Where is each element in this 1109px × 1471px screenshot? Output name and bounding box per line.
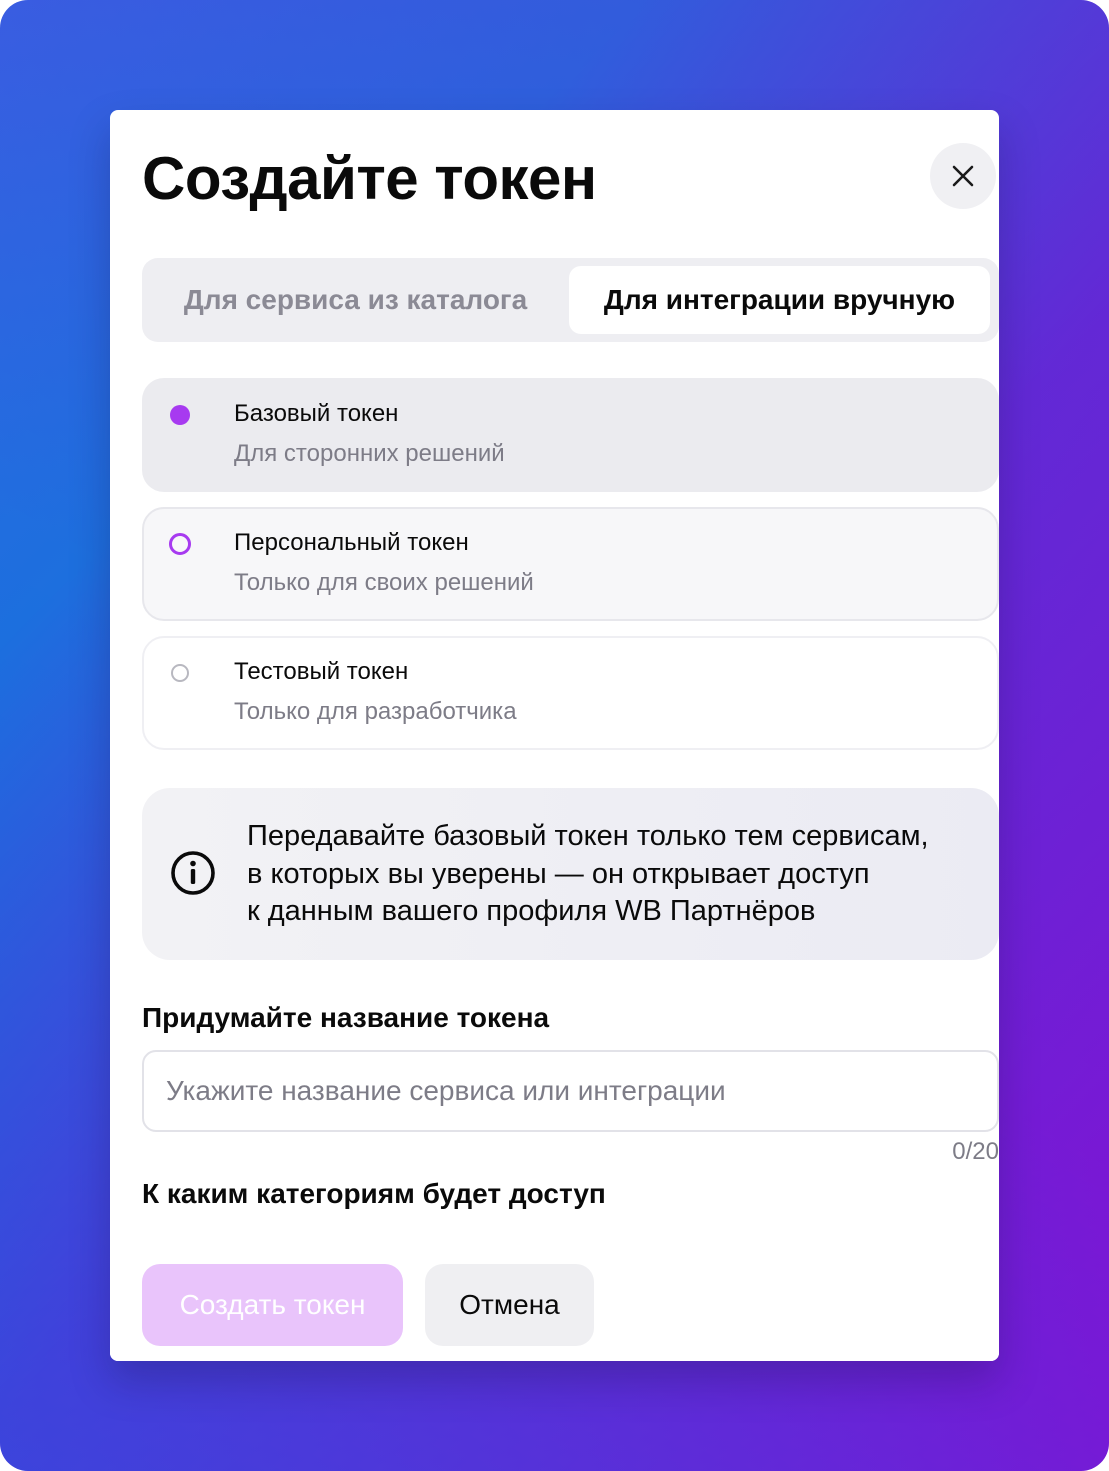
token-source-tabs: Для сервиса из каталога Для интеграции в… xyxy=(142,258,999,342)
token-type-subtitle: Для сторонних решений xyxy=(234,440,505,467)
token-name-input[interactable] xyxy=(142,1050,999,1132)
tab-manual-integration[interactable]: Для интеграции вручную xyxy=(569,266,990,334)
token-type-test[interactable]: Тестовый токен Только для разработчика xyxy=(142,636,999,750)
token-type-subtitle: Только для разработчика xyxy=(234,698,517,725)
create-token-dialog: Создайте токен Для сервиса из каталога Д… xyxy=(110,110,999,1361)
cancel-button[interactable]: Отмена xyxy=(425,1264,594,1346)
radio-unselected-icon[interactable] xyxy=(171,664,189,682)
token-type-basic[interactable]: Базовый токен Для сторонних решений xyxy=(142,378,999,492)
token-type-title: Базовый токен xyxy=(234,400,399,427)
notice-line: в которых вы уверены — он открывает дост… xyxy=(247,857,870,890)
info-icon xyxy=(171,851,215,895)
notice-text: Передавайте базовый токен только тем сер… xyxy=(247,818,929,931)
security-notice: Передавайте базовый токен только тем сер… xyxy=(142,788,999,960)
token-name-label: Придумайте название токена xyxy=(142,1002,550,1033)
notice-line: к данным вашего профиля WB Партнёров xyxy=(247,895,816,927)
char-counter: 0/20 xyxy=(952,1138,999,1165)
create-token-button[interactable]: Создать токен xyxy=(142,1264,403,1346)
radio-unselected-icon[interactable] xyxy=(169,533,191,555)
categories-label: К каким категориям будет доступ xyxy=(142,1178,606,1209)
tab-catalog-service[interactable]: Для сервиса из каталога xyxy=(142,258,569,342)
close-button[interactable] xyxy=(930,143,996,209)
close-icon xyxy=(952,165,974,187)
token-type-subtitle: Только для своих решений xyxy=(234,569,534,596)
token-type-title: Тестовый токен xyxy=(234,658,409,685)
notice-line: Передавайте базовый токен только тем сер… xyxy=(247,820,929,852)
token-type-title: Персональный токен xyxy=(234,529,469,556)
radio-selected-icon[interactable] xyxy=(170,405,190,425)
token-type-personal[interactable]: Персональный токен Только для своих реше… xyxy=(142,507,999,621)
dialog-title: Создайте токен xyxy=(142,145,597,212)
